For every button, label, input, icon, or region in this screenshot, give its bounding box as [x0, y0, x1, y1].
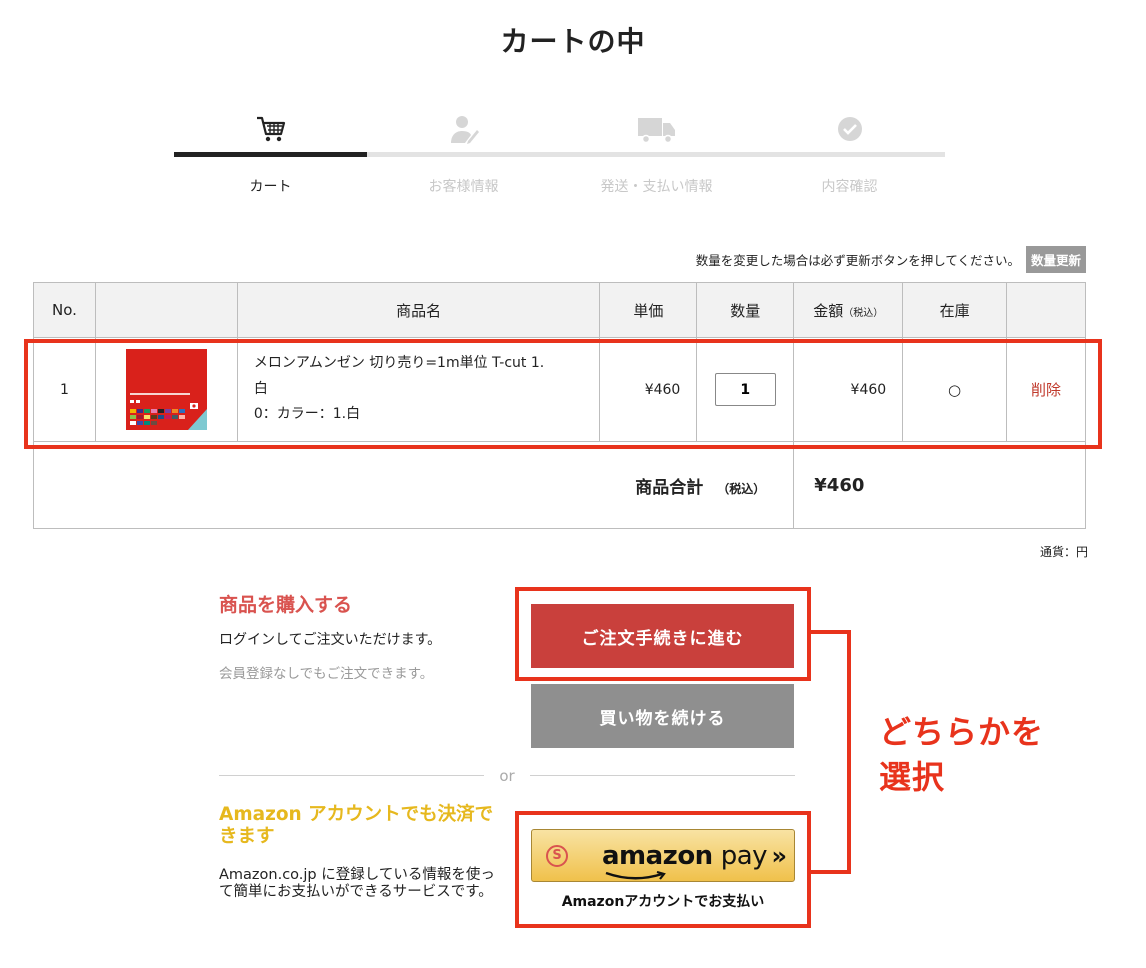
checkout-steps: カート お客様情報 発送・支払い情報 内容確認 [174, 110, 945, 195]
total-label-cell: 商品合計 （税込） [32, 441, 795, 529]
annotation-amazon-highlight [515, 811, 811, 928]
annotation-connector-top [809, 630, 851, 634]
header-quantity: 数量 [696, 282, 795, 338]
total-value: ¥460 [793, 441, 1086, 529]
annotation-connector-vertical [847, 630, 851, 874]
purchase-title: 商品を購入する [219, 594, 353, 616]
step-customer-info: お客様情報 [367, 110, 560, 196]
table-header-row: No. 商品名 単価 数量 金額（税込） 在庫 [33, 282, 1086, 338]
annotation-line2: 選択 [879, 757, 946, 796]
annotation-order-highlight [515, 587, 811, 681]
update-quantity-button[interactable]: 数量更新 [1025, 246, 1086, 273]
divider-right [530, 775, 795, 776]
step-label: 内容確認 [821, 179, 878, 195]
amazon-title: Amazon アカウントでも決済できます [219, 804, 494, 848]
annotation-text: どちらかを 選択 [879, 710, 1044, 800]
purchase-text: ログインしてご注文いただけます。 [219, 632, 442, 648]
header-image [94, 282, 238, 338]
customer-info-icon [367, 110, 560, 148]
header-amount-label: 金額 [813, 301, 844, 320]
step-label: 発送・支払い情報 [600, 179, 713, 195]
header-actions [1006, 282, 1086, 338]
amazon-text: Amazon.co.jp に登録している情報を使って簡単にお支払いができるサービ… [219, 867, 495, 901]
total-row: 商品合計 （税込） ¥460 [32, 441, 1086, 529]
update-notice-text: 数量を変更した場合は必ず更新ボタンを押してください。 [695, 253, 1020, 268]
check-circle-icon [753, 110, 946, 148]
header-amount-note: （税込） [843, 307, 884, 319]
header-amount: 金額（税込） [793, 282, 904, 338]
cart-icon [174, 110, 367, 148]
step-confirm: 内容確認 [753, 110, 946, 196]
annotation-row-highlight [24, 339, 1102, 449]
continue-shopping-button[interactable]: 買い物を続ける [531, 684, 794, 748]
step-cart: カート [174, 110, 367, 196]
header-name: 商品名 [236, 282, 601, 338]
or-label: or [499, 767, 515, 785]
step-label: お客様情報 [428, 179, 499, 195]
step-shipping-payment: 発送・支払い情報 [560, 110, 753, 196]
update-notice: 数量を変更した場合は必ず更新ボタンを押してください。 数量更新 [696, 246, 1086, 273]
header-no: No. [33, 282, 96, 338]
currency-note: 通貨：円 [1039, 545, 1088, 559]
step-label: カート [249, 179, 292, 195]
annotation-line1: どちらかを [879, 713, 1045, 751]
header-stock: 在庫 [902, 282, 1008, 338]
truck-icon [560, 110, 753, 148]
annotation-connector-bottom [809, 870, 851, 874]
total-label-note: （税込） [717, 481, 766, 496]
page-title: カートの中 [500, 25, 646, 58]
divider-left [219, 775, 484, 776]
total-label: 商品合計 [635, 477, 704, 498]
purchase-subtext: 会員登録なしでもご注文できます。 [219, 666, 434, 682]
header-unit-price: 単価 [599, 282, 698, 338]
